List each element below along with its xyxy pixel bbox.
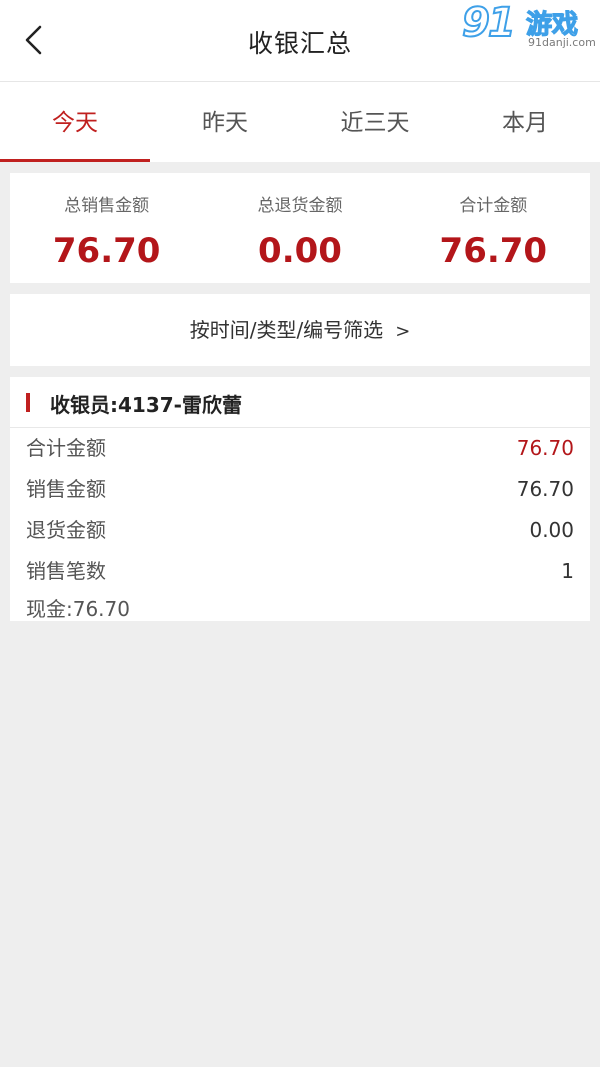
row-label: 销售金额 [26, 477, 106, 501]
filter-label: 按时间/类型/编号筛选 [189, 318, 384, 342]
tab-label: 本月 [502, 110, 548, 136]
tab-label: 近三天 [340, 110, 410, 136]
summary-total-sales: 总销售金额 76.70 [10, 173, 203, 283]
site-watermark-logo: 91 游戏 91danji.com [461, 0, 596, 52]
chevron-right-icon: > [395, 321, 411, 342]
summary-label: 总销售金额 [64, 196, 150, 216]
active-tab-indicator [0, 159, 150, 162]
row-label: 合计金额 [26, 436, 106, 460]
summary-grand-total: 合计金额 76.70 [397, 173, 590, 283]
row-label: 销售笔数 [26, 559, 106, 583]
cashier-header: 收银员:4137-雷欣蕾 [10, 377, 590, 428]
summary-total-returns: 总退货金额 0.00 [203, 173, 396, 283]
summary-value: 76.70 [52, 231, 161, 271]
summary-label: 总退货金额 [257, 196, 343, 216]
summary-value: 76.70 [439, 231, 548, 271]
summary-label: 合计金额 [459, 196, 528, 216]
date-range-tabs: 今天 昨天 近三天 本月 [0, 82, 600, 162]
row-value: 76.70 [516, 477, 574, 501]
cash-payment: 现金:76.70 [26, 597, 130, 621]
tab-this-month[interactable]: 本月 [450, 82, 600, 162]
filter-button[interactable]: 按时间/类型/编号筛选 > [10, 294, 590, 366]
row-value: 0.00 [529, 518, 574, 542]
watermark-number: 91 [461, 0, 517, 47]
tab-today[interactable]: 今天 [0, 82, 150, 162]
summary-value: 0.00 [258, 231, 342, 271]
row-label: 退货金额 [26, 518, 106, 542]
app-header: 收银汇总 91 游戏 91danji.com [0, 0, 600, 82]
row-value: 1 [561, 559, 574, 583]
tab-yesterday[interactable]: 昨天 [150, 82, 300, 162]
detail-row-total: 合计金额 76.70 [26, 433, 574, 463]
detail-row-returns: 退货金额 0.00 [26, 515, 574, 545]
row-value: 76.70 [516, 436, 574, 460]
summary-card: 总销售金额 76.70 总退货金额 0.00 合计金额 76.70 [10, 173, 590, 283]
tab-label: 昨天 [202, 110, 248, 136]
tab-last-three-days[interactable]: 近三天 [300, 82, 450, 162]
cashier-card: 收银员:4137-雷欣蕾 合计金额 76.70 销售金额 76.70 退货金额 … [10, 377, 590, 621]
watermark-url: 91danji.com [528, 36, 596, 49]
detail-row-count: 销售笔数 1 [26, 556, 574, 586]
section-marker [26, 393, 30, 412]
cashier-title: 收银员:4137-雷欣蕾 [50, 393, 242, 417]
detail-row-sales: 销售金额 76.70 [26, 474, 574, 504]
tab-label: 今天 [52, 110, 98, 136]
